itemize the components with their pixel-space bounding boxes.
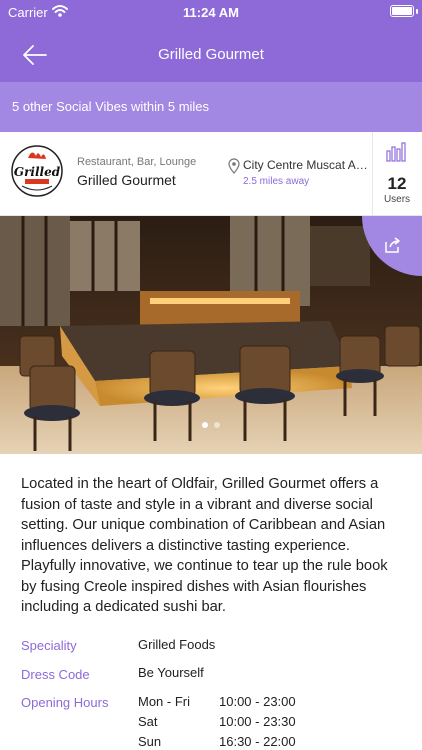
hours-time: 16:30 - 22:00 xyxy=(219,734,296,749)
hours-time: 10:00 - 23:00 xyxy=(219,694,296,709)
venue-name: Grilled Gourmet xyxy=(77,172,176,188)
page-title: Grilled Gourmet xyxy=(158,46,264,63)
battery-icon xyxy=(390,5,414,17)
venue-description: Located in the heart of Oldfair, Grilled… xyxy=(21,476,388,615)
venue-address[interactable]: City Centre Muscat Al, Oman xyxy=(243,158,368,172)
venue-categories: Restaurant, Bar, Lounge xyxy=(77,156,197,168)
bar-chart-icon[interactable] xyxy=(385,142,407,162)
location-pin-icon xyxy=(228,158,240,174)
venue-header: Grilled Restaurant, Bar, Lounge Grilled … xyxy=(0,132,422,216)
navigation-bar: Grilled Gourmet xyxy=(0,26,422,82)
users-label: Users xyxy=(383,194,411,205)
hours-day: Mon - Fri xyxy=(138,694,190,709)
speciality-label: Speciality xyxy=(21,638,77,653)
venue-logo: Grilled xyxy=(10,144,64,198)
battery-tip xyxy=(416,9,418,14)
users-count: 12 xyxy=(387,174,407,193)
share-icon xyxy=(385,237,400,253)
opening-hours-label: Opening Hours xyxy=(21,695,109,710)
clock: 11:24 AM xyxy=(183,5,239,20)
venue-distance: 2.5 miles away xyxy=(243,176,310,187)
page-dot-1[interactable] xyxy=(202,422,208,428)
hours-time: 10:00 - 23:30 xyxy=(219,714,296,729)
page-dot-2[interactable] xyxy=(214,422,220,428)
hours-day: Sun xyxy=(138,734,162,749)
dress-code-label: Dress Code xyxy=(21,667,90,682)
photo-page-indicator xyxy=(0,415,422,433)
speciality-value: Grilled Foods xyxy=(138,637,216,652)
dress-code-value: Be Yourself xyxy=(138,665,204,680)
nearby-vibes-banner[interactable]: 5 other Social Vibes within 5 miles xyxy=(0,82,422,132)
status-bar: Carrier 11:24 AM xyxy=(0,0,422,26)
hours-day: Sat xyxy=(138,714,158,729)
svg-text:Grilled: Grilled xyxy=(14,165,61,179)
